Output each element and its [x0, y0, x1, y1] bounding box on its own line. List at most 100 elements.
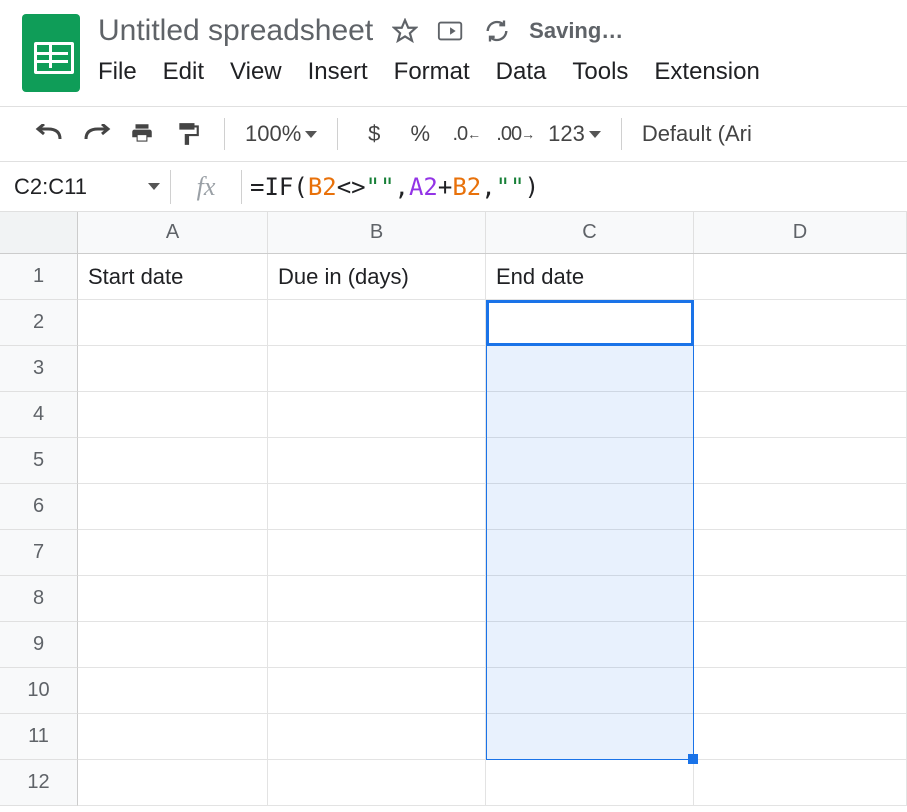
cell-B8[interactable]	[268, 576, 486, 622]
cloud-sync-icon[interactable]	[483, 17, 511, 45]
formula-input[interactable]: =IF(B2<>"",A2+B2,"")	[242, 173, 907, 201]
cell-C3[interactable]	[486, 346, 694, 392]
print-icon[interactable]	[126, 117, 158, 151]
cell-D8[interactable]	[694, 576, 907, 622]
menu-insert[interactable]: Insert	[308, 58, 368, 86]
increase-decimal-label: .00	[496, 123, 521, 146]
title-area: Untitled spreadsheet	[98, 14, 907, 86]
formula-token: "	[510, 173, 524, 201]
row-header-12[interactable]: 12	[0, 760, 78, 806]
select-all-corner[interactable]	[0, 212, 78, 253]
format-currency-button[interactable]: $	[358, 117, 390, 151]
cell-B12[interactable]	[268, 760, 486, 806]
cell-A1[interactable]: Start date	[78, 254, 268, 300]
row-header-7[interactable]: 7	[0, 530, 78, 576]
cell-D2[interactable]	[694, 300, 907, 346]
cell-C4[interactable]	[486, 392, 694, 438]
cell-B5[interactable]	[268, 438, 486, 484]
cell-D9[interactable]	[694, 622, 907, 668]
cell-B3[interactable]	[268, 346, 486, 392]
menu-edit[interactable]: Edit	[163, 58, 204, 86]
cell-A6[interactable]	[78, 484, 268, 530]
spreadsheet-grid[interactable]: A B C D 1 Start date Due in (days) End d…	[0, 212, 907, 806]
cell-C6[interactable]	[486, 484, 694, 530]
menu-view[interactable]: View	[230, 58, 282, 86]
menu-data[interactable]: Data	[496, 58, 547, 86]
column-header-B[interactable]: B	[268, 212, 486, 253]
cell-A8[interactable]	[78, 576, 268, 622]
menu-format[interactable]: Format	[394, 58, 470, 86]
redo-icon[interactable]	[80, 117, 112, 151]
cell-D6[interactable]	[694, 484, 907, 530]
cell-C5[interactable]	[486, 438, 694, 484]
formula-token: +	[438, 173, 452, 201]
row-header-8[interactable]: 8	[0, 576, 78, 622]
document-title[interactable]: Untitled spreadsheet	[98, 14, 373, 48]
row-header-6[interactable]: 6	[0, 484, 78, 530]
cell-C10[interactable]	[486, 668, 694, 714]
cell-D11[interactable]	[694, 714, 907, 760]
cell-C8[interactable]	[486, 576, 694, 622]
cell-A4[interactable]	[78, 392, 268, 438]
cell-C12[interactable]	[486, 760, 694, 806]
cell-B11[interactable]	[268, 714, 486, 760]
menu-extensions[interactable]: Extension	[654, 58, 759, 86]
column-header-D[interactable]: D	[694, 212, 907, 253]
cell-A3[interactable]	[78, 346, 268, 392]
row-header-4[interactable]: 4	[0, 392, 78, 438]
row-header-11[interactable]: 11	[0, 714, 78, 760]
formula-token: "	[366, 173, 380, 201]
cell-B2[interactable]	[268, 300, 486, 346]
cell-C1[interactable]: End date	[486, 254, 694, 300]
row-header-10[interactable]: 10	[0, 668, 78, 714]
undo-icon[interactable]	[34, 117, 66, 151]
cell-B10[interactable]	[268, 668, 486, 714]
cell-D10[interactable]	[694, 668, 907, 714]
menu-tools[interactable]: Tools	[572, 58, 628, 86]
star-icon[interactable]	[391, 17, 419, 45]
row-header-2[interactable]: 2	[0, 300, 78, 346]
increase-decimal-button[interactable]: .00 →	[496, 117, 534, 151]
cell-A11[interactable]	[78, 714, 268, 760]
formula-token: B2	[308, 173, 337, 201]
cell-D1[interactable]	[694, 254, 907, 300]
cell-D7[interactable]	[694, 530, 907, 576]
font-family-dropdown[interactable]: Default (Ari	[642, 117, 752, 151]
paint-format-icon[interactable]	[172, 117, 204, 151]
cell-C11[interactable]	[486, 714, 694, 760]
cell-A2[interactable]	[78, 300, 268, 346]
cell-A10[interactable]	[78, 668, 268, 714]
cell-C9[interactable]	[486, 622, 694, 668]
cell-D12[interactable]	[694, 760, 907, 806]
cell-B7[interactable]	[268, 530, 486, 576]
name-box[interactable]: C2:C11	[0, 162, 170, 211]
cell-A12[interactable]	[78, 760, 268, 806]
move-to-folder-icon[interactable]	[437, 17, 465, 45]
more-formats-dropdown[interactable]: 123	[548, 117, 601, 151]
cell-D5[interactable]	[694, 438, 907, 484]
cell-C7[interactable]	[486, 530, 694, 576]
cell-B4[interactable]	[268, 392, 486, 438]
cell-A7[interactable]	[78, 530, 268, 576]
row-header-3[interactable]: 3	[0, 346, 78, 392]
cell-B9[interactable]	[268, 622, 486, 668]
decrease-decimal-button[interactable]: .0 ←	[450, 117, 482, 151]
menu-file[interactable]: File	[98, 58, 137, 86]
zoom-dropdown[interactable]: 100%	[245, 117, 317, 151]
cell-C2[interactable]	[486, 300, 694, 346]
cell-B6[interactable]	[268, 484, 486, 530]
grid-row: 10	[0, 668, 907, 714]
column-header-C[interactable]: C	[486, 212, 694, 253]
row-header-1[interactable]: 1	[0, 254, 78, 300]
column-header-A[interactable]: A	[78, 212, 268, 253]
cell-D3[interactable]	[694, 346, 907, 392]
cell-D4[interactable]	[694, 392, 907, 438]
chevron-down-icon	[305, 131, 317, 138]
cell-B1[interactable]: Due in (days)	[268, 254, 486, 300]
row-header-9[interactable]: 9	[0, 622, 78, 668]
cell-A5[interactable]	[78, 438, 268, 484]
formula-token: ,	[481, 173, 495, 201]
cell-A9[interactable]	[78, 622, 268, 668]
format-percent-button[interactable]: %	[404, 117, 436, 151]
row-header-5[interactable]: 5	[0, 438, 78, 484]
